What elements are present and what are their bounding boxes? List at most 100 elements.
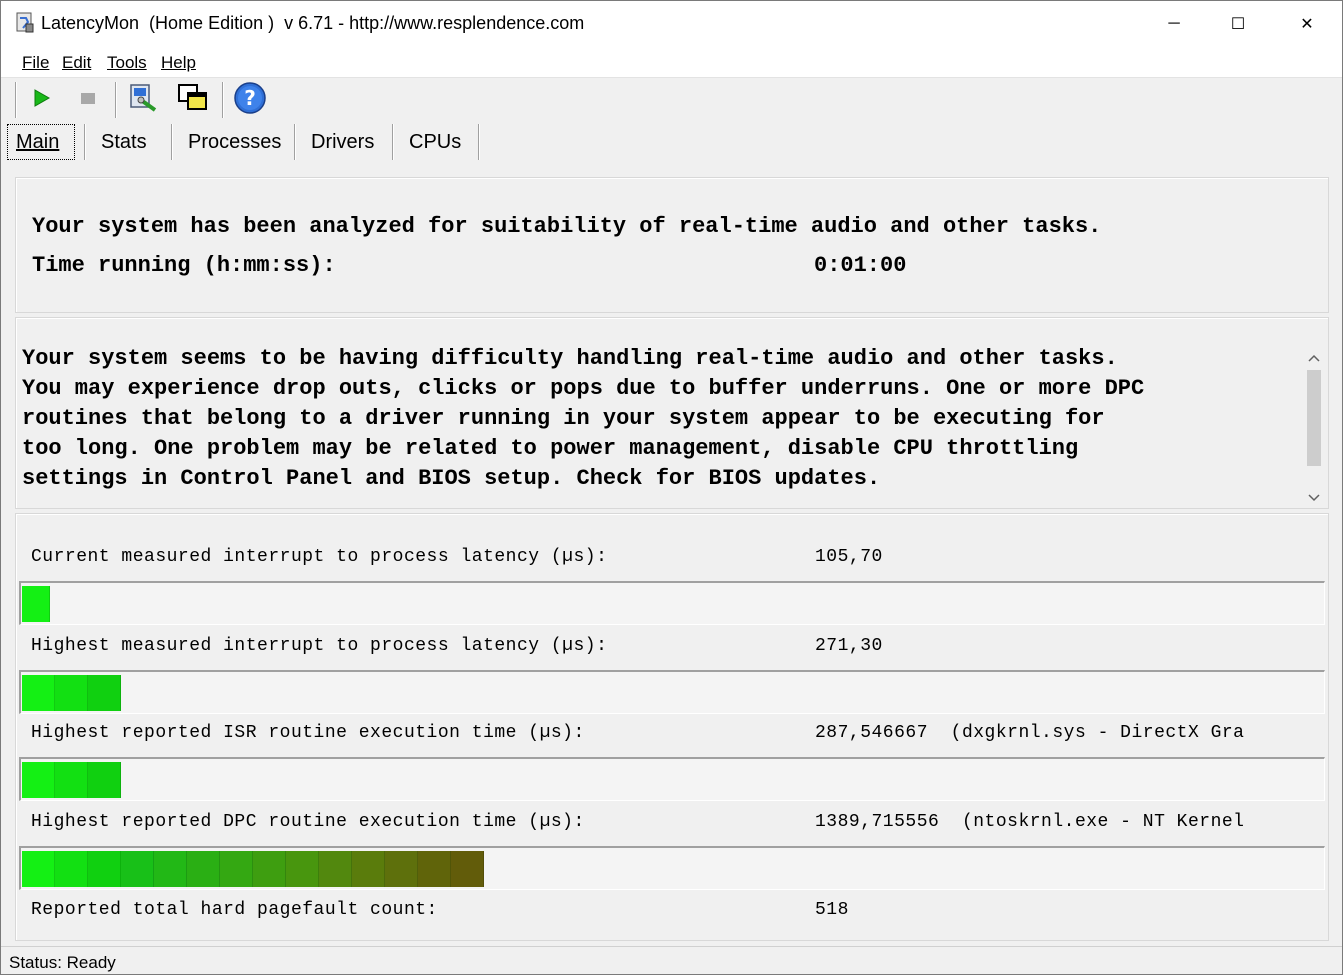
bar-segment bbox=[418, 851, 451, 887]
bar-segment bbox=[88, 762, 121, 798]
bar-segment bbox=[253, 851, 286, 887]
current-latency-value: 105,70 bbox=[815, 547, 883, 567]
bar-segment bbox=[286, 851, 319, 887]
maximize-icon: ☐ bbox=[1230, 16, 1246, 33]
system-info-button[interactable] bbox=[127, 82, 159, 119]
warning-line: too long. One problem may be related to … bbox=[22, 436, 1079, 461]
bar-segment bbox=[22, 586, 50, 622]
maximize-button[interactable]: ☐ bbox=[1215, 1, 1261, 47]
svg-text:?: ? bbox=[244, 86, 256, 110]
tab-separator bbox=[171, 124, 173, 160]
toolbar: ? bbox=[1, 78, 1342, 122]
bar-segment bbox=[451, 851, 484, 887]
start-button[interactable] bbox=[25, 84, 57, 116]
warning-text: Your system seems to be having difficult… bbox=[22, 344, 1306, 494]
tab-stats[interactable]: Stats bbox=[101, 124, 147, 160]
system-info-icon bbox=[127, 82, 159, 119]
highest-latency-value: 271,30 bbox=[815, 636, 883, 656]
time-running-label: Time running (h:mm:ss): bbox=[32, 253, 336, 278]
tab-separator bbox=[478, 124, 480, 160]
pagefault-value: 518 bbox=[815, 900, 849, 920]
time-running-value: 0:01:00 bbox=[814, 253, 907, 278]
bar-segment bbox=[22, 762, 55, 798]
tab-stats-label: Stats bbox=[101, 130, 147, 153]
warning-scrollbar[interactable] bbox=[1304, 348, 1324, 508]
window-title: LatencyMon (Home Edition ) v 6.71 - http… bbox=[41, 13, 585, 33]
stop-icon bbox=[78, 88, 98, 113]
isr-driver-detail: (dxgkrnl.sys - DirectX Gra bbox=[950, 723, 1245, 743]
bar-segment bbox=[154, 851, 187, 887]
bar-segment bbox=[22, 851, 55, 887]
dpc-time-value: 1389,715556 (ntoskrnl.exe - NT Kernel bbox=[815, 812, 1245, 832]
scrollbar-thumb[interactable] bbox=[1307, 370, 1321, 466]
tab-separator bbox=[294, 124, 296, 160]
warning-line: routines that belong to a driver running… bbox=[22, 406, 1105, 431]
tab-cpus-label: CPUs bbox=[409, 130, 462, 153]
windows-icon bbox=[177, 82, 209, 119]
current-latency-label: Current measured interrupt to process la… bbox=[31, 547, 608, 567]
dpc-time-label: Highest reported DPC routine execution t… bbox=[31, 812, 585, 832]
tab-processes-label: Processes bbox=[188, 130, 282, 153]
dpc-driver-detail: (ntoskrnl.exe - NT Kernel bbox=[961, 812, 1245, 832]
isr-time-label: Highest reported ISR routine execution t… bbox=[31, 723, 585, 743]
chevron-down-icon[interactable] bbox=[1304, 488, 1324, 508]
pagefault-label: Reported total hard pagefault count: bbox=[31, 900, 438, 920]
summary-panel: Your system has been analyzed for suitab… bbox=[15, 177, 1329, 313]
warning-line: You may experience drop outs, clicks or … bbox=[22, 376, 1145, 401]
minimize-button[interactable]: ─ bbox=[1151, 1, 1197, 47]
bar-segment bbox=[55, 675, 88, 711]
status-text: Status: Ready bbox=[9, 953, 116, 972]
title-bar: LatencyMon (Home Edition ) v 6.71 - http… bbox=[1, 1, 1342, 47]
tab-separator bbox=[84, 124, 86, 160]
help-icon: ? bbox=[233, 81, 267, 120]
bar-segment bbox=[187, 851, 220, 887]
app-window: LatencyMon (Home Edition ) v 6.71 - http… bbox=[0, 0, 1343, 975]
warning-line: settings in Control Panel and BIOS setup… bbox=[22, 466, 881, 491]
tab-cpus[interactable]: CPUs bbox=[409, 124, 461, 160]
bar-segment bbox=[385, 851, 418, 887]
latencymon-app-icon bbox=[15, 12, 35, 34]
dpc-time-bar bbox=[19, 846, 1325, 890]
bar-segment bbox=[121, 851, 154, 887]
menu-help[interactable]: Help bbox=[161, 53, 196, 73]
current-latency-bar bbox=[19, 581, 1325, 625]
chevron-up-icon[interactable] bbox=[1304, 348, 1324, 368]
stop-button[interactable] bbox=[72, 84, 104, 116]
menu-edit[interactable]: Edit bbox=[62, 53, 91, 73]
tab-main[interactable]: Main bbox=[7, 124, 75, 160]
tab-processes[interactable]: Processes bbox=[188, 124, 281, 160]
toolbar-grip bbox=[15, 82, 17, 118]
warning-panel: Your system seems to be having difficult… bbox=[15, 317, 1329, 509]
summary-text: Your system has been analyzed for suitab… bbox=[32, 214, 1102, 239]
tab-main-label: Main bbox=[16, 130, 60, 153]
close-button[interactable]: ✕ bbox=[1284, 1, 1330, 47]
isr-time-value: 287,546667 (dxgkrnl.sys - DirectX Gra bbox=[815, 723, 1245, 743]
tab-drivers[interactable]: Drivers bbox=[311, 124, 374, 160]
menu-tools[interactable]: Tools bbox=[107, 53, 147, 73]
highest-latency-bar bbox=[19, 670, 1325, 714]
tab-bar: Main Stats Processes Drivers CPUs bbox=[1, 122, 1342, 162]
tab-drivers-label: Drivers bbox=[311, 130, 375, 153]
tab-separator bbox=[392, 124, 394, 160]
menu-bar: File Edit Tools Help bbox=[1, 47, 1342, 78]
status-bar: Status: Ready bbox=[1, 946, 1342, 974]
bar-segment bbox=[319, 851, 352, 887]
bar-segment bbox=[88, 675, 121, 711]
bar-segment bbox=[55, 762, 88, 798]
bar-segment bbox=[22, 675, 55, 711]
help-button[interactable]: ? bbox=[234, 81, 266, 116]
menu-file[interactable]: File bbox=[22, 53, 49, 73]
bar-segment bbox=[55, 851, 88, 887]
bar-segment bbox=[352, 851, 385, 887]
toolbar-separator bbox=[222, 82, 224, 118]
bar-segment bbox=[220, 851, 253, 887]
warning-line: Your system seems to be having difficult… bbox=[22, 346, 1118, 371]
toolbar-separator bbox=[115, 82, 117, 118]
close-icon: ✕ bbox=[1300, 16, 1314, 33]
isr-time-bar bbox=[19, 757, 1325, 801]
minimize-icon: ─ bbox=[1168, 15, 1180, 32]
bar-segment bbox=[88, 851, 121, 887]
highest-latency-label: Highest measured interrupt to process la… bbox=[31, 636, 608, 656]
play-icon bbox=[31, 88, 51, 113]
windows-button[interactable] bbox=[177, 82, 209, 119]
